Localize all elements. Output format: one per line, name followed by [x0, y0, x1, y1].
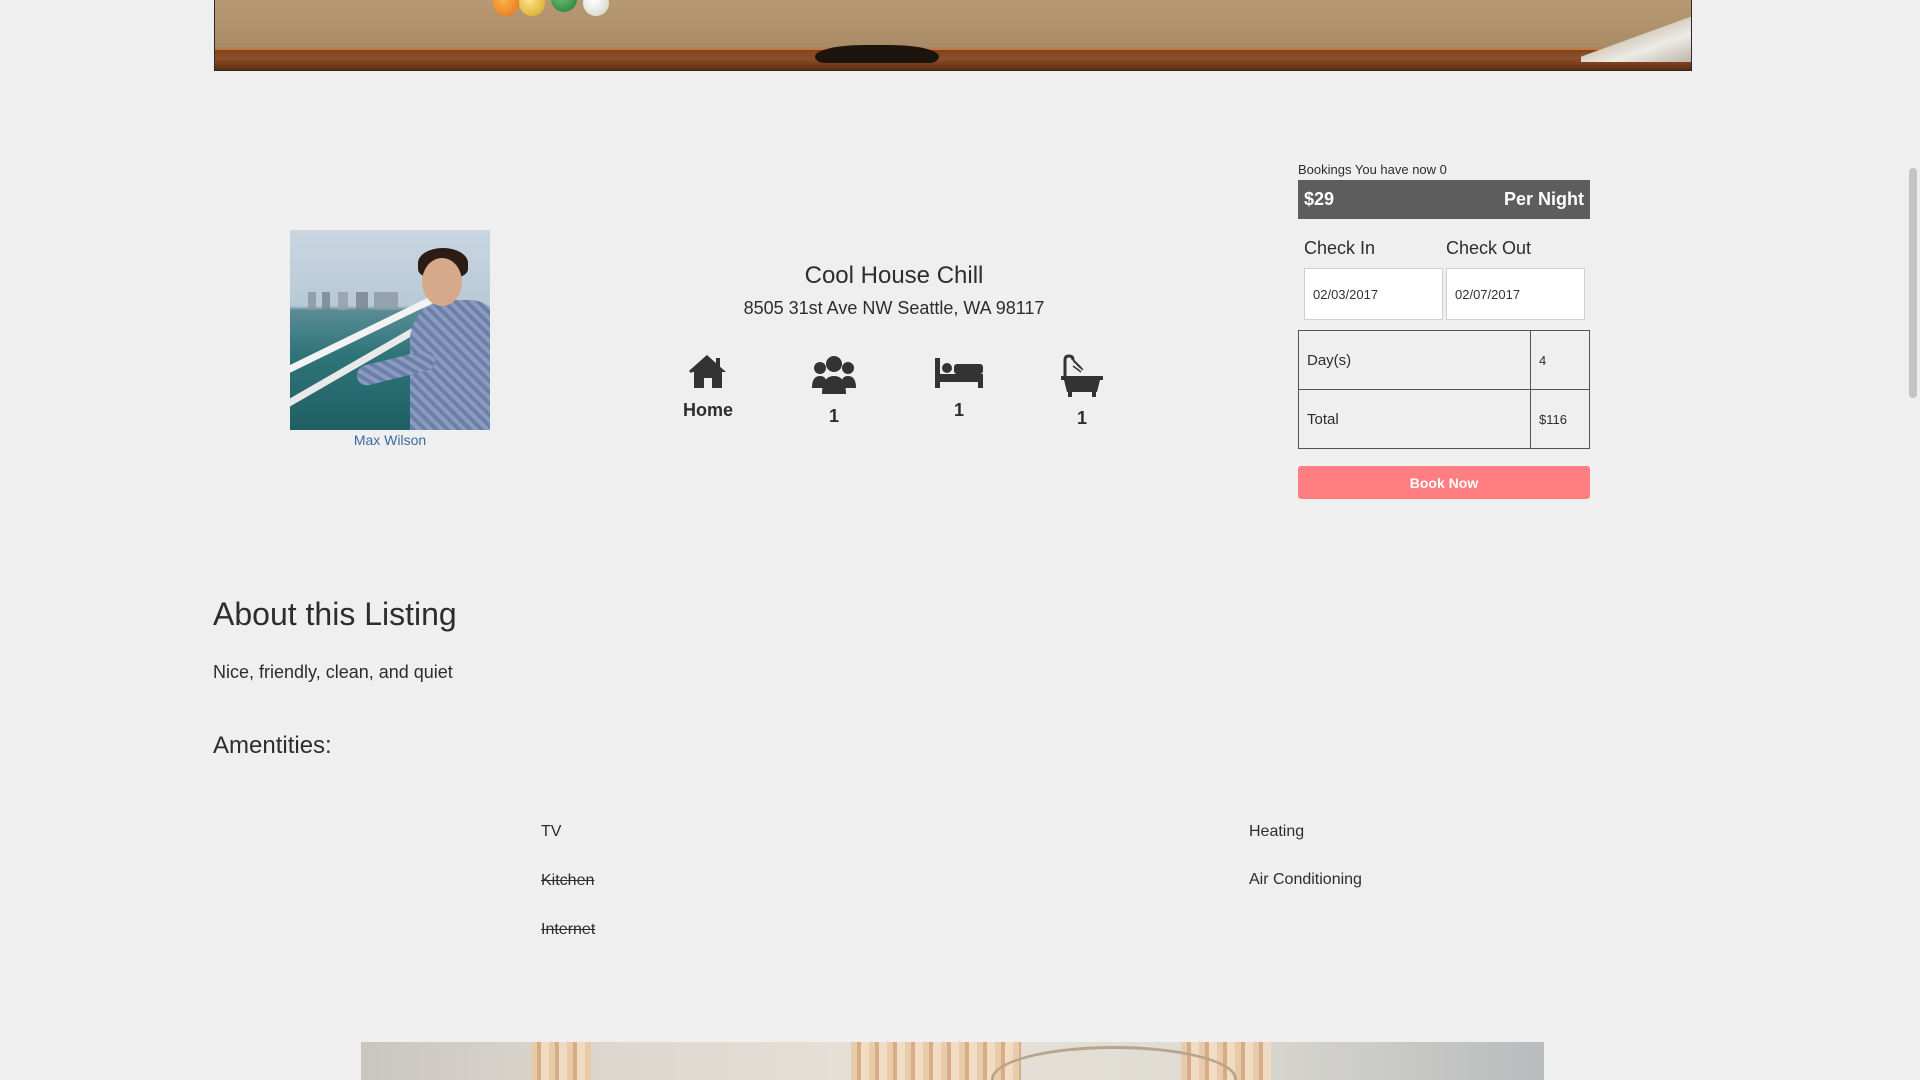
home-icon	[689, 354, 726, 388]
book-now-button[interactable]: Book Now	[1298, 466, 1590, 499]
total-row: Total $116	[1298, 389, 1590, 449]
listing-hero-image	[214, 0, 1692, 71]
feature-beds: 1	[914, 354, 1004, 421]
table-pocket	[815, 45, 939, 63]
pool-ball-green	[551, 0, 577, 12]
check-in-field[interactable]	[1304, 268, 1443, 320]
feature-property-type: Home	[663, 354, 753, 421]
pool-ball-white	[583, 0, 609, 16]
amenity-air-conditioning: Air Conditioning	[1249, 871, 1362, 888]
users-icon	[812, 356, 856, 394]
scrollbar-thumb[interactable]	[1909, 168, 1917, 398]
total-label: Total	[1298, 389, 1531, 449]
feature-guests-label: 1	[828, 406, 839, 426]
about-heading: About this Listing	[213, 596, 457, 632]
price-bar: $29 Per Night	[1298, 180, 1590, 219]
days-label: Day(s)	[1298, 330, 1531, 390]
amenities-heading: Amentities:	[213, 732, 332, 759]
table-corner	[1581, 0, 1691, 62]
host-head	[422, 258, 462, 306]
amenity-tv: TV	[541, 823, 562, 840]
bed-icon	[935, 358, 983, 388]
price-value: $29	[1304, 189, 1335, 209]
table-rail	[215, 48, 1691, 50]
feature-guests: 1	[789, 354, 879, 427]
check-in-label: Check In	[1304, 238, 1376, 258]
listing-title: Cool House Chill	[804, 262, 984, 289]
listing-photo	[361, 1042, 1544, 1080]
check-out-label: Check Out	[1446, 238, 1532, 258]
host-name-link[interactable]: Max Wilson	[290, 432, 490, 448]
bath-icon	[1061, 354, 1103, 397]
bookings-count: Bookings You have now 0	[1298, 162, 1447, 177]
curtain	[531, 1042, 591, 1080]
feature-property-type-label: Home	[682, 400, 733, 420]
pool-ball-yellow	[519, 0, 545, 16]
price-unit: Per Night	[1503, 189, 1584, 209]
city-skyline	[308, 292, 398, 310]
amenity-kitchen: Kitchen	[541, 872, 595, 889]
days-value: 4	[1530, 330, 1590, 390]
listing-address: 8505 31st Ave NW Seattle, WA 98117	[743, 298, 1045, 318]
about-description: Nice, friendly, clean, and quiet	[213, 662, 453, 682]
amenity-internet: Internet	[541, 921, 596, 938]
amenity-heating: Heating	[1249, 823, 1305, 840]
scrollbar-track[interactable]	[1904, 0, 1920, 1080]
days-row: Day(s) 4	[1298, 330, 1590, 390]
feature-baths: 1	[1037, 354, 1127, 429]
feature-baths-label: 1	[1076, 408, 1087, 428]
booking-summary-table: Day(s) 4 Total $116	[1298, 330, 1590, 449]
host-avatar[interactable]	[290, 230, 490, 430]
total-value: $116	[1530, 389, 1590, 449]
check-out-field[interactable]	[1446, 268, 1585, 320]
pool-ball-orange	[493, 0, 519, 16]
feature-beds-label: 1	[953, 400, 964, 420]
